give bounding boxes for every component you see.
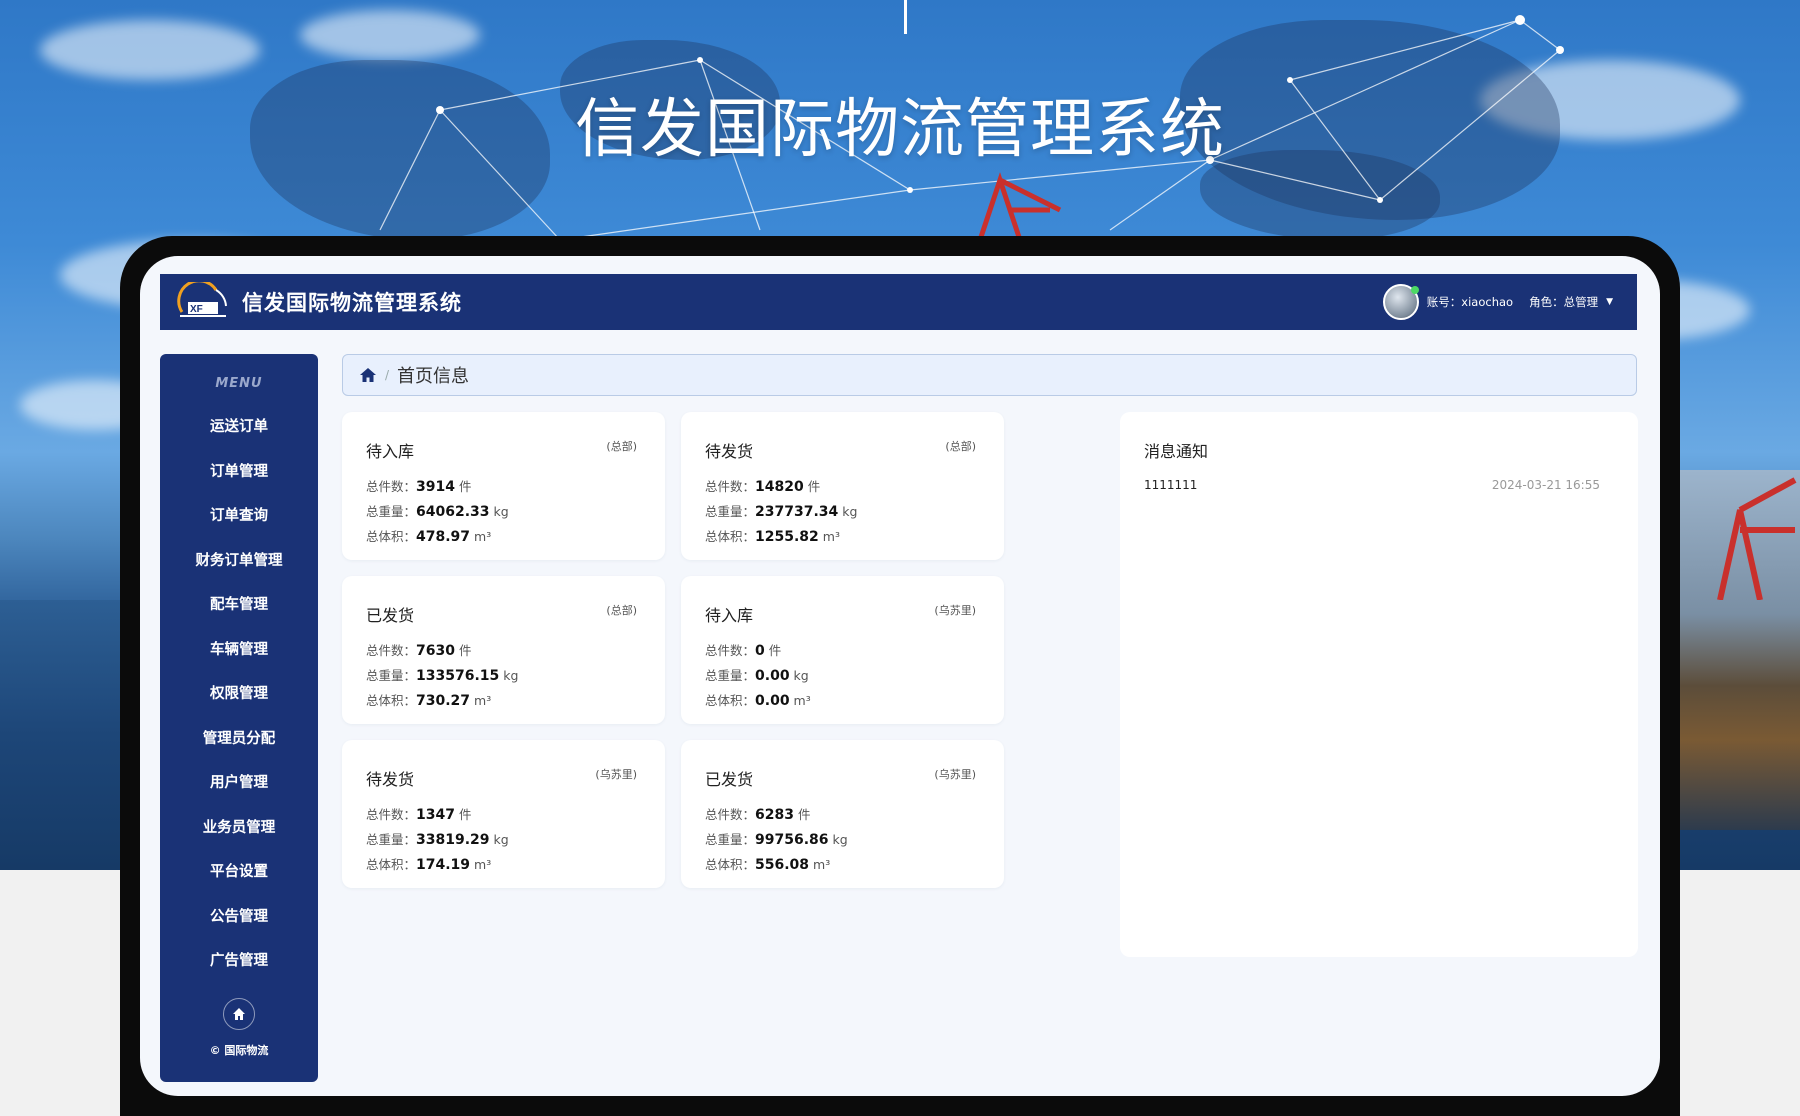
home-icon[interactable]: [359, 366, 377, 384]
sidebar-item-order-management[interactable]: 订单管理: [160, 450, 318, 495]
volume-row: 总体积：730.27 m³: [366, 693, 492, 709]
stat-card: 待发货 (总部) 总件数：14820 件 总重量：237737.34 kg 总体…: [681, 412, 1004, 560]
copyright: © 国际物流: [209, 1044, 269, 1057]
sidebar-item-permissions[interactable]: 权限管理: [160, 672, 318, 717]
weight-row: 总重量：237737.34 kg: [705, 504, 858, 520]
port-crane-graphic: [1717, 477, 1797, 600]
notice-text[interactable]: 1111111: [1144, 478, 1197, 492]
card-title: 已发货: [705, 770, 754, 789]
sidebar-item-vehicles[interactable]: 车辆管理: [160, 628, 318, 673]
sidebar-item-order-query[interactable]: 订单查询: [160, 494, 318, 539]
card-title: 待发货: [705, 442, 754, 461]
app-header: XF 信发国际物流管理系统 账号： xiaochao 角色： 总管理 ▼: [160, 274, 1637, 330]
role-label: 角色：: [1529, 295, 1564, 309]
weight-row: 总重量：33819.29 kg: [366, 832, 509, 848]
stat-card: 待入库 (乌苏里) 总件数：0 件 总重量：0.00 kg 总体积：0.00 m…: [681, 576, 1004, 724]
menu-title: MENU: [215, 376, 263, 391]
count-row: 总件数：0 件: [705, 643, 782, 659]
notice-title: 消息通知: [1144, 442, 1209, 461]
stat-card: 已发货 (总部) 总件数：7630 件 总重量：133576.15 kg 总体积…: [342, 576, 665, 724]
volume-row: 总体积：1255.82 m³: [705, 529, 840, 545]
breadcrumb: / 首页信息: [342, 354, 1637, 396]
hero-title: 信发国际物流管理系统: [575, 93, 1225, 167]
sidebar-item-users[interactable]: 用户管理: [160, 761, 318, 806]
card-title: 已发货: [366, 606, 415, 625]
card-branch: (总部): [945, 440, 976, 453]
volume-row: 总体积：478.97 m³: [366, 529, 492, 545]
card-branch: (乌苏里): [934, 768, 976, 781]
volume-row: 总体积：174.19 m³: [366, 857, 492, 873]
role-name: 总管理: [1563, 295, 1599, 309]
stat-card: 待发货 (乌苏里) 总件数：1347 件 总重量：33819.29 kg 总体积…: [342, 740, 665, 888]
app-screen: XF 信发国际物流管理系统 账号： xiaochao 角色： 总管理 ▼ MEN…: [140, 256, 1660, 1096]
card-title: 待发货: [366, 770, 415, 789]
notice-item[interactable]: 1111111 2024-03-21 16:55: [1144, 478, 1600, 492]
account-name: xiaochao: [1461, 295, 1514, 309]
count-row: 总件数：1347 件: [366, 807, 472, 823]
volume-row: 总体积：556.08 m³: [705, 857, 831, 873]
app-name: 信发国际物流管理系统: [242, 291, 462, 315]
sidebar-item-vehicle-dispatch[interactable]: 配车管理: [160, 583, 318, 628]
count-row: 总件数：14820 件: [705, 479, 821, 495]
sidebar-item-finance-orders[interactable]: 财务订单管理: [160, 539, 318, 584]
sidebar-item-ads[interactable]: 广告管理: [160, 939, 318, 984]
user-menu[interactable]: 账号： xiaochao 角色： 总管理 ▼: [1382, 284, 1613, 320]
stat-card: 待入库 (总部) 总件数：3914 件 总重量：64062.33 kg 总体积：…: [342, 412, 665, 560]
card-branch: (乌苏里): [934, 604, 976, 617]
sidebar-item-platform-settings[interactable]: 平台设置: [160, 850, 318, 895]
sidebar-item-announcements[interactable]: 公告管理: [160, 895, 318, 940]
logo-icon: XF: [176, 279, 230, 322]
home-icon[interactable]: [223, 998, 255, 1030]
card-branch: (总部): [606, 440, 637, 453]
card-branch: (总部): [606, 604, 637, 617]
sidebar-item-shipping-orders[interactable]: 运送订单: [160, 405, 318, 450]
weight-row: 总重量：64062.33 kg: [366, 504, 509, 520]
avatar[interactable]: [1382, 284, 1419, 320]
count-row: 总件数：6283 件: [705, 807, 811, 823]
crane-graphic: [977, 172, 1062, 240]
card-branch: (乌苏里): [595, 768, 637, 781]
count-row: 总件数：3914 件: [366, 479, 472, 495]
sidebar-item-salespeople[interactable]: 业务员管理: [160, 806, 318, 851]
weight-row: 总重量：133576.15 kg: [366, 668, 519, 684]
weight-row: 总重量：99756.86 kg: [705, 832, 848, 848]
breadcrumb-separator: /: [385, 368, 390, 382]
svg-text:XF: XF: [190, 304, 203, 315]
sidebar-menu: 运送订单 订单管理 订单查询 财务订单管理 配车管理 车辆管理 权限管理 管理员…: [160, 405, 318, 984]
stat-card: 已发货 (乌苏里) 总件数：6283 件 总重量：99756.86 kg 总体积…: [681, 740, 1004, 888]
sidebar-item-admin-assignment[interactable]: 管理员分配: [160, 717, 318, 762]
card-title: 待入库: [366, 442, 415, 461]
account-label: 账号：: [1426, 295, 1462, 309]
notice-date: 2024-03-21 16:55: [1491, 478, 1600, 492]
weight-row: 总重量：0.00 kg: [705, 668, 809, 684]
hero-divider: [904, 0, 907, 34]
sidebar: MENU 运送订单 订单管理 订单查询 财务订单管理 配车管理 车辆管理 权限管…: [160, 354, 318, 1082]
card-title: 待入库: [705, 606, 754, 625]
notice-panel: 消息通知 1111111 2024-03-21 16:55: [1120, 412, 1638, 957]
breadcrumb-current: 首页信息: [397, 366, 470, 387]
volume-row: 总体积：0.00 m³: [705, 693, 811, 709]
chevron-down-icon[interactable]: ▼: [1606, 297, 1613, 307]
count-row: 总件数：7630 件: [366, 643, 472, 659]
